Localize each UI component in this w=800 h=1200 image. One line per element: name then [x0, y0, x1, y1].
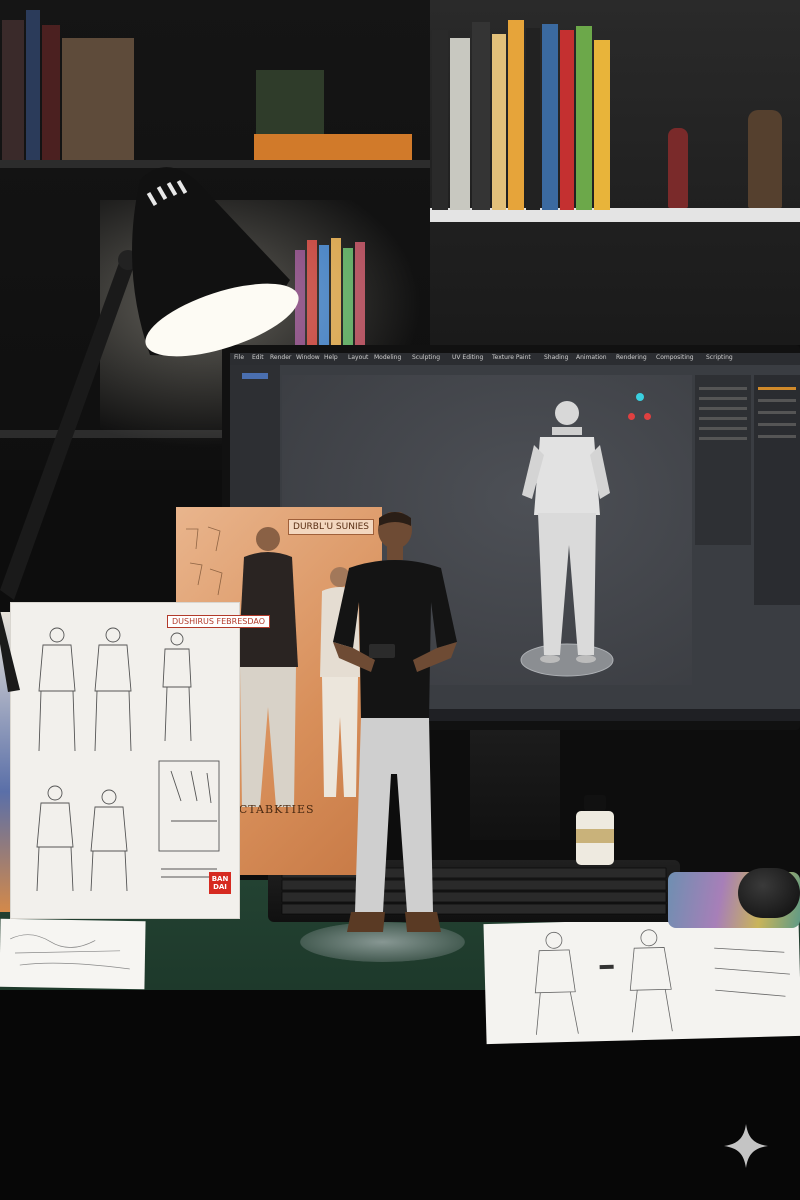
book — [576, 26, 592, 210]
sketch-paper-right — [483, 915, 800, 1045]
outliner-row — [699, 407, 747, 410]
book-row-right — [432, 10, 637, 210]
gizmo-z-axis — [636, 393, 644, 401]
sketch-lines — [10, 934, 130, 970]
menu-item: Sculpting — [412, 354, 441, 361]
book — [450, 38, 470, 210]
book — [472, 22, 490, 210]
outliner-row — [699, 417, 747, 420]
computer-mouse — [738, 868, 800, 918]
paint-bottle — [572, 795, 618, 865]
bandai-logo: BAN DAI — [209, 872, 231, 894]
menu-item: Animation — [576, 354, 607, 361]
book — [62, 38, 134, 160]
outliner-row — [699, 427, 747, 430]
outliner-row — [699, 397, 747, 400]
menu-item: Shading — [544, 354, 569, 361]
outliner-panel — [695, 375, 751, 545]
monitor-stand — [470, 730, 560, 840]
menu-item: UV Editing — [452, 354, 484, 361]
book — [26, 10, 40, 160]
photo-scene: File Edit Render Window Help Layout Mode… — [0, 0, 800, 1200]
blender-menubar: File Edit Render Window Help Layout Mode… — [230, 353, 800, 365]
menu-item: Modeling — [374, 354, 402, 361]
properties-row — [758, 435, 796, 438]
gizmo-x-axis — [628, 413, 635, 420]
menu-item: Layout — [348, 354, 369, 361]
sparkle-icon — [724, 1124, 768, 1168]
properties-row — [758, 399, 796, 402]
properties-row — [758, 387, 796, 390]
sketch-paper-left — [0, 918, 146, 990]
book — [2, 20, 24, 160]
figure-sketches — [534, 929, 790, 1035]
properties-panel — [754, 375, 800, 605]
collectible-figure — [333, 512, 457, 932]
book — [492, 34, 506, 210]
desk-lamp — [0, 167, 299, 692]
book — [526, 28, 540, 210]
menu-item: Help — [324, 354, 338, 361]
properties-row — [758, 423, 796, 426]
gizmo — [628, 393, 652, 423]
toy-figure — [668, 128, 688, 208]
menu-item: Compositing — [656, 354, 694, 361]
shelf-plank — [430, 208, 800, 222]
bookshelf-right — [430, 0, 800, 345]
outliner-row — [699, 437, 747, 440]
gizmo-y-axis — [644, 413, 651, 420]
toy-figure — [748, 110, 782, 208]
book — [594, 40, 610, 210]
book-row-top — [0, 0, 430, 160]
bottle-shape — [576, 795, 614, 865]
book — [432, 30, 448, 210]
book — [508, 20, 524, 210]
outliner-row — [699, 387, 747, 390]
book — [560, 30, 574, 210]
book — [542, 24, 558, 210]
menu-item: Texture Paint — [492, 354, 531, 361]
properties-row — [758, 411, 796, 414]
menu-item: Scripting — [706, 354, 733, 361]
menu-item: Rendering — [616, 354, 647, 361]
book — [42, 25, 60, 160]
